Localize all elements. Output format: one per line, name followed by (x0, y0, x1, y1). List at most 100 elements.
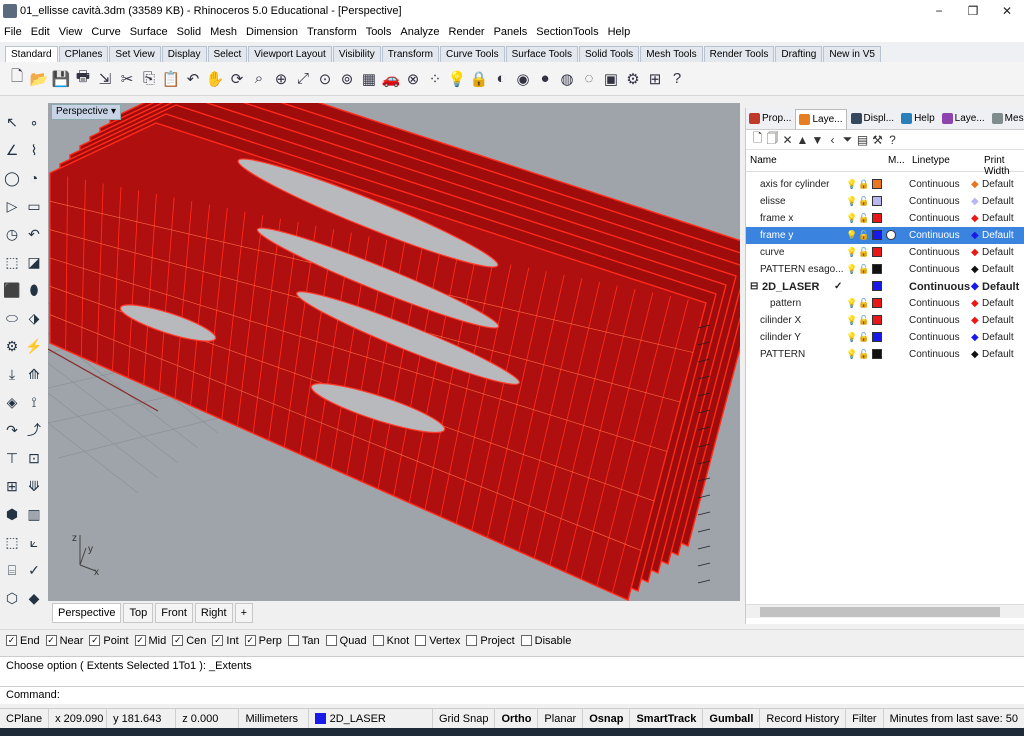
visibility-bulb-icon[interactable]: 💡 (846, 213, 857, 224)
toolbar-tab-render-tools[interactable]: Render Tools (703, 46, 775, 62)
col-material[interactable]: M... (888, 155, 905, 166)
layer-print-width[interactable]: Default (982, 298, 1014, 309)
command-line[interactable]: Command: (0, 686, 1024, 704)
panel-tab-layers[interactable]: Laye... (795, 108, 847, 129)
undo-icon[interactable]: ↶ (182, 67, 204, 91)
osnap-int[interactable]: ✓ Int (212, 635, 239, 647)
layer-print-width[interactable]: Default (982, 315, 1014, 326)
osnap-checkbox[interactable]: ✓ (6, 635, 17, 646)
new-layer-icon[interactable]: 🗋 (750, 129, 765, 150)
print-icon[interactable]: 🖶 (72, 67, 94, 91)
osnap-perp[interactable]: ✓ Perp (244, 635, 282, 647)
viewport-tab-right[interactable]: Right (194, 603, 233, 623)
layer-row[interactable]: axis for cylinder 💡 🔒 Continuous ◆ Default (746, 176, 1024, 193)
array-polar-icon[interactable]: ⟱ (24, 476, 44, 496)
delete-layer-icon[interactable]: ✕ (780, 133, 795, 147)
panel-tab-display[interactable]: Displ... (848, 109, 898, 129)
hammer-icon[interactable]: ⚒ (870, 133, 885, 147)
print-color-diamond-icon[interactable]: ◆ (971, 213, 979, 224)
menu-surface[interactable]: Surface (130, 26, 168, 38)
osnap-checkbox[interactable]: ✓ (244, 635, 256, 646)
print-color-diamond-icon[interactable]: ◆ (971, 349, 979, 360)
viewport-tab-perspective[interactable]: Perspective (52, 603, 122, 623)
osnap-checkbox[interactable]: ✓ (212, 635, 224, 646)
print-color-diamond-icon[interactable]: ◆ (971, 230, 979, 241)
toolbar-tab-set-view[interactable]: Set View (109, 46, 161, 62)
toolbar-tab-transform[interactable]: Transform (381, 46, 439, 62)
cut-icon[interactable]: ✂ (116, 67, 138, 91)
filter-icon[interactable]: ⏷ (840, 132, 855, 147)
toolbar-tab-mesh-tools[interactable]: Mesh Tools (640, 46, 703, 62)
split-icon[interactable]: ⟟ (24, 392, 44, 412)
menu-tools[interactable]: Tools (366, 26, 392, 38)
osnap-checkbox[interactable]: ✓ (134, 635, 146, 646)
osnap-knot[interactable]: Knot (372, 635, 409, 647)
toolbar-tab-new-in-v5[interactable]: New in V5 (823, 46, 881, 62)
move-icon[interactable]: ⤓ (2, 364, 22, 384)
grid-icon[interactable]: ⊞ (2, 476, 22, 496)
render-icon[interactable]: ⬡ (2, 588, 22, 608)
lock-icon[interactable]: 🔒 (468, 67, 490, 91)
toolbar-tab-solid-tools[interactable]: Solid Tools (579, 46, 640, 62)
explode-icon[interactable]: ⤴ (24, 420, 44, 440)
lock-icon[interactable]: 🔓 (858, 247, 869, 258)
layer-print-width[interactable]: Default (982, 264, 1014, 275)
layer-linetype[interactable]: Continuous (909, 349, 960, 360)
array-icon[interactable]: ⟰ (24, 364, 44, 384)
paste-icon[interactable]: 📋 (160, 67, 182, 91)
layer-linetype[interactable]: Continuous (909, 213, 960, 224)
text-icon[interactable]: ⊤ (2, 448, 22, 468)
osnap-toggle[interactable]: Osnap (583, 708, 631, 729)
lock-icon[interactable]: 🔓 (858, 298, 869, 309)
osnap-project[interactable]: Project (466, 635, 515, 647)
panel-horizontal-scrollbar[interactable] (746, 604, 1024, 618)
layer-print-width[interactable]: Default (982, 213, 1014, 224)
layer-color-swatch[interactable] (872, 213, 882, 223)
lock-icon[interactable]: 🔓 (858, 230, 869, 241)
pan-icon[interactable]: ✋ (204, 67, 226, 91)
layer-print-width[interactable]: Default (982, 281, 1019, 293)
open-icon[interactable]: 📂 (28, 67, 50, 91)
toolbar-tab-select[interactable]: Select (207, 46, 248, 62)
print-color-diamond-icon[interactable]: ◆ (971, 298, 979, 309)
layout-icon[interactable]: ▥ (24, 504, 44, 524)
dimension-icon[interactable]: ⊡ (24, 448, 44, 468)
new-sublayer-icon[interactable]: 🗍 (765, 129, 780, 150)
tools-icon[interactable]: ▤ (855, 133, 870, 147)
osnap-checkbox[interactable] (325, 635, 337, 646)
ghosted-sphere-icon[interactable]: ◌ (578, 67, 600, 91)
layer-row[interactable]: cilinder X 💡 🔓 Continuous ◆ Default (746, 312, 1024, 329)
gear-icon[interactable]: ⚙ (622, 67, 644, 91)
visibility-bulb-icon[interactable]: 💡 (846, 264, 857, 275)
patch-icon[interactable]: ◪ (24, 252, 44, 272)
move-parent-icon[interactable]: ‹ (825, 133, 840, 147)
visibility-bulb-icon[interactable]: 💡 (846, 247, 857, 258)
lock-icon[interactable]: 🔓 (858, 196, 869, 207)
osnap-checkbox[interactable] (415, 635, 427, 646)
panel-tab-mesh[interactable]: Mesh... (989, 109, 1024, 129)
toolbar-tab-surface-tools[interactable]: Surface Tools (505, 46, 578, 62)
gumball-toggle[interactable]: Gumball (703, 708, 761, 729)
check-icon[interactable]: ✓ (24, 560, 44, 580)
layer-row[interactable]: curve 💡 🔓 Continuous ◆ Default (746, 244, 1024, 261)
smarttrack-toggle[interactable]: SmartTrack (630, 708, 704, 729)
layer-linetype[interactable]: Continuous (909, 264, 960, 275)
osnap-checkbox[interactable]: ✓ (89, 635, 101, 646)
render-sphere-icon[interactable]: ● (534, 67, 556, 91)
layer-linetype[interactable]: Continuous (909, 281, 970, 293)
color-wheel-icon[interactable]: ◉ (512, 67, 534, 91)
minimize-button[interactable]: − (922, 0, 956, 22)
arc-icon[interactable]: ◔ (24, 168, 44, 188)
layer-linetype[interactable]: Continuous (909, 230, 960, 241)
cylinder-icon[interactable]: ⬭ (2, 308, 22, 328)
car-icon[interactable]: 🚗 (380, 67, 402, 91)
menu-panels[interactable]: Panels (494, 26, 528, 38)
layer-print-width[interactable]: Default (982, 179, 1014, 190)
toolbar-tab-viewport-layout[interactable]: Viewport Layout (248, 46, 332, 62)
menu-transform[interactable]: Transform (307, 26, 357, 38)
visibility-bulb-icon[interactable]: 💡 (846, 230, 857, 241)
move-up-icon[interactable]: ▲ (795, 133, 810, 147)
lock-icon[interactable]: 🔓 (858, 349, 869, 360)
layer-row[interactable]: pattern 💡 🔓 Continuous ◆ Default (746, 295, 1024, 312)
layer-color-swatch[interactable] (872, 315, 882, 325)
